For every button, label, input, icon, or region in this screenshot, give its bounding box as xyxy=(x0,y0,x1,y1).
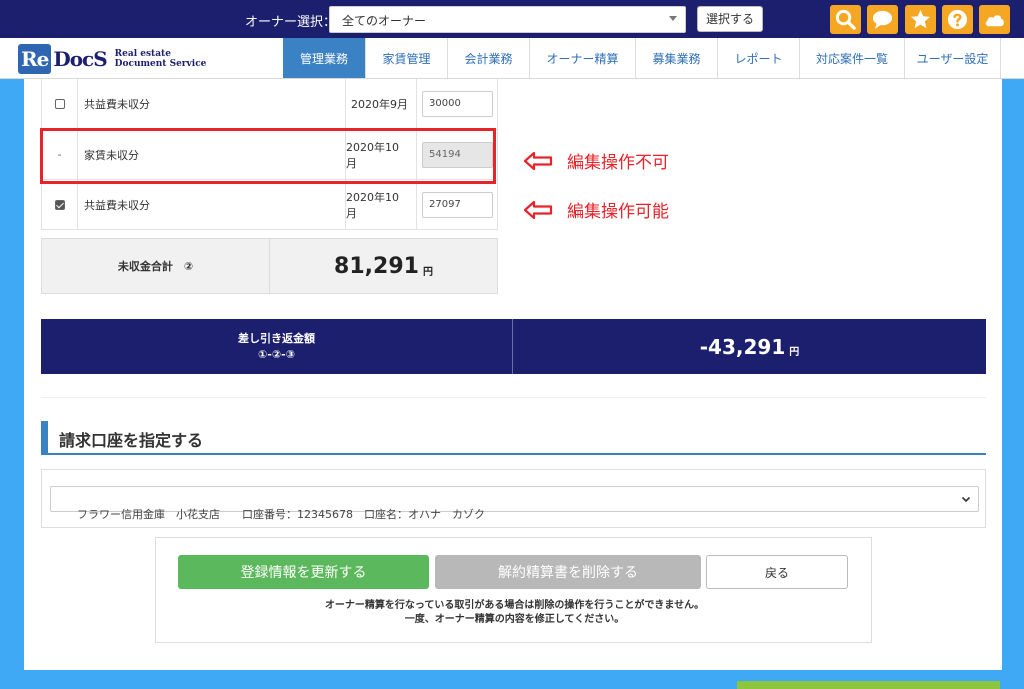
star-icon[interactable] xyxy=(905,5,936,34)
arrow-left-icon xyxy=(523,200,553,219)
refund-difference-label: 差し引き返金額 ①-②-③ xyxy=(41,319,513,374)
yen-unit: 円 xyxy=(422,266,433,278)
row-checkbox-checked[interactable] xyxy=(54,199,65,210)
divider xyxy=(41,397,986,398)
search-icon[interactable] xyxy=(830,5,861,34)
nav-report[interactable]: レポート xyxy=(717,38,799,78)
billing-account-box: フラワー信用金庫 小花支店 口座番号：12345678 口座名：オハナ カゾク xyxy=(41,469,986,528)
nav-user-settings[interactable]: ユーザー設定 xyxy=(904,38,1001,78)
section-title-bar xyxy=(41,421,48,453)
nav-taio-anken[interactable]: 対応案件一覧 xyxy=(799,38,904,78)
green-strip xyxy=(737,681,1000,689)
logo-subtitle-line1: Real estate xyxy=(114,49,171,59)
chevron-down-icon xyxy=(961,496,971,503)
nav-boshu-gyomu[interactable]: 募集業務 xyxy=(635,38,717,78)
delete-statement-button[interactable]: 解約精算書を削除する xyxy=(435,555,701,589)
refund-difference-value-wrap: -43,291 円 xyxy=(513,319,986,374)
help-icon[interactable] xyxy=(942,5,973,34)
delete-notice: オーナー精算を行なっている取引がある場合は削除の操作を行うことができません。 一… xyxy=(156,599,873,627)
yen-unit: 円 xyxy=(789,347,800,358)
row-month: 2020年10月 xyxy=(346,180,417,229)
row-label: 共益費未収分 xyxy=(78,180,346,229)
nav-yachin-kanri[interactable]: 家賃管理 xyxy=(365,38,447,78)
chat-icon[interactable] xyxy=(867,5,898,34)
row-check-cell xyxy=(42,180,78,229)
cloud-icon[interactable] xyxy=(979,5,1010,34)
header: Re DocS Real estate Document Service 管理業… xyxy=(0,38,1024,79)
logo-subtitle: Real estate Document Service xyxy=(115,49,207,69)
receivable-row: 共益費未収分 2020年9月 30000 xyxy=(41,79,498,130)
receivable-total-value: 81,291 xyxy=(334,253,419,279)
row-amount-input[interactable]: 30000 xyxy=(422,90,493,117)
refund-difference-formula: ①-②-③ xyxy=(257,347,296,361)
logo-subtitle-line2: Document Service xyxy=(114,59,207,69)
redocs-logo[interactable]: Re DocS Real estate Document Service xyxy=(18,41,206,77)
row-checkbox[interactable] xyxy=(54,98,65,109)
top-bar: オーナー選択： 全てのオーナー 選択する xyxy=(0,0,1024,38)
refund-difference-value: -43,291 xyxy=(699,334,786,359)
receivable-total-label: 未収金合計 ② xyxy=(42,239,270,293)
action-box: 登録情報を更新する 解約精算書を削除する 戻る オーナー精算を行なっている取引が… xyxy=(155,537,872,643)
billing-account-title-text: 請求口座を指定する xyxy=(59,431,204,450)
refund-difference-label-line1: 差し引き返金額 xyxy=(238,331,315,345)
annotation-editable: 編集操作可能 xyxy=(523,197,669,222)
delete-notice-line1: オーナー精算を行なっている取引がある場合は削除の操作を行うことができません。 xyxy=(324,600,705,611)
receivable-total: 未収金合計 ② 81,291 円 xyxy=(41,238,498,294)
main-nav: 管理業務 家賃管理 会計業務 オーナー精算 募集業務 レポート 対応案件一覧 ユ… xyxy=(283,38,1001,78)
dropdown-caret-icon xyxy=(669,16,677,21)
row-label: 共益費未収分 xyxy=(78,79,346,128)
delete-notice-line2: 一度、オーナー精算の内容を修正してください。 xyxy=(404,614,625,625)
receivable-row: 共益費未収分 2020年10月 27097 xyxy=(41,180,498,230)
logo-docs: DocS xyxy=(53,47,107,71)
billing-account-select-value: フラワー信用金庫 小花支店 口座番号：12345678 口座名：オハナ カゾク xyxy=(77,508,485,521)
row-check-cell xyxy=(42,79,78,128)
highlight-box xyxy=(40,128,496,184)
billing-account-section-title: 請求口座を指定する xyxy=(41,421,986,455)
annotation-not-editable-text: 編集操作不可 xyxy=(567,153,669,173)
row-amount-cell: 30000 xyxy=(417,79,499,128)
owner-select-label: オーナー選択： xyxy=(245,15,337,30)
row-amount-input[interactable]: 27097 xyxy=(422,191,493,218)
billing-account-select[interactable]: フラワー信用金庫 小花支店 口座番号：12345678 口座名：オハナ カゾク xyxy=(50,486,979,521)
owner-select-value: 全てのオーナー xyxy=(342,14,427,28)
refund-difference: 差し引き返金額 ①-②-③ -43,291 円 xyxy=(41,319,986,374)
nav-kaikei-gyomu[interactable]: 会計業務 xyxy=(447,38,529,78)
nav-owner-seisan[interactable]: オーナー精算 xyxy=(529,38,635,78)
arrow-left-icon xyxy=(523,151,553,170)
update-button[interactable]: 登録情報を更新する xyxy=(178,555,429,589)
annotation-editable-text: 編集操作可能 xyxy=(567,202,669,222)
logo-re: Re xyxy=(18,44,52,74)
receivable-total-value-wrap: 81,291 円 xyxy=(270,239,497,293)
annotation-not-editable: 編集操作不可 xyxy=(523,148,669,173)
owner-select[interactable]: 全てのオーナー xyxy=(329,6,686,33)
nav-kanri-gyomu[interactable]: 管理業務 xyxy=(283,38,365,78)
owner-select-button[interactable]: 選択する xyxy=(697,6,763,32)
row-month: 2020年9月 xyxy=(346,79,417,128)
row-amount-cell: 27097 xyxy=(417,180,499,229)
back-button[interactable]: 戻る xyxy=(706,555,848,589)
